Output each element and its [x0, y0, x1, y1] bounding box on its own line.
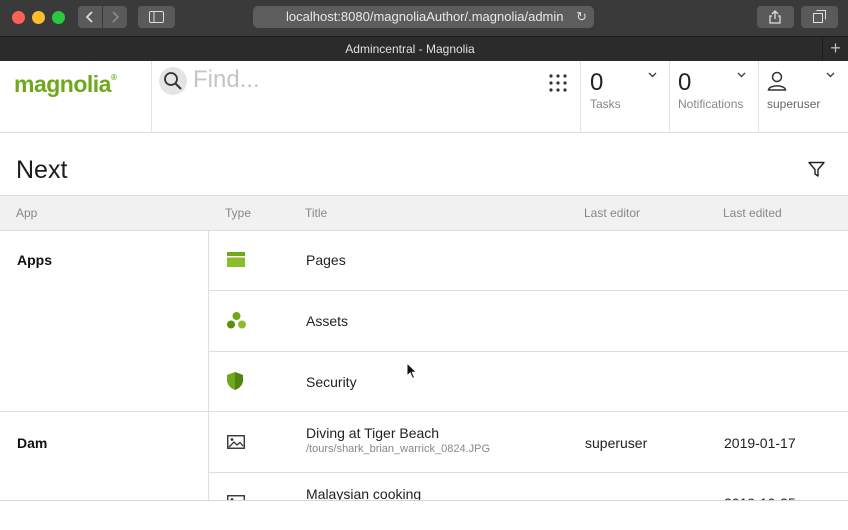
share-icon	[769, 10, 781, 24]
row-divider	[209, 472, 848, 473]
tabs-overview-icon	[813, 10, 826, 23]
header-divider	[580, 61, 581, 133]
app-header: magnolia® 0 Tasks 0 Notifications superu…	[0, 61, 848, 133]
url-text: localhost:8080/magnoliaAuthor/.magnolia/…	[286, 9, 564, 24]
tasks-label: Tasks	[590, 97, 621, 111]
row-title[interactable]: Security	[306, 374, 357, 390]
search-input[interactable]	[193, 65, 513, 95]
row-divider	[209, 351, 848, 352]
mouse-cursor-icon	[406, 362, 418, 380]
security-icon	[227, 372, 243, 390]
back-button[interactable]	[78, 6, 102, 28]
filter-icon[interactable]	[808, 161, 825, 178]
header-divider	[758, 61, 759, 133]
pages-icon	[227, 252, 245, 267]
forward-button[interactable]	[103, 6, 127, 28]
header-divider	[151, 61, 152, 133]
image-icon	[227, 435, 245, 449]
user-name: superuser	[767, 97, 821, 111]
minimize-window-button[interactable]	[32, 11, 45, 24]
user-icon	[767, 71, 787, 91]
row-title[interactable]: Diving at Tiger Beach	[306, 425, 439, 441]
browser-titlebar: localhost:8080/magnoliaAuthor/.magnolia/…	[0, 0, 848, 36]
maximize-window-button[interactable]	[52, 11, 65, 24]
column-header-last-editor[interactable]: Last editor	[584, 196, 640, 231]
chevron-right-icon	[112, 11, 120, 23]
show-tabs-button[interactable]	[801, 6, 838, 28]
tasks-count: 0	[590, 69, 604, 96]
address-bar[interactable]: localhost:8080/magnoliaAuthor/.magnolia/…	[253, 6, 594, 28]
sidebar-icon	[149, 11, 164, 23]
chevron-down-icon[interactable]	[737, 72, 746, 78]
chevron-left-icon	[85, 11, 93, 23]
group-divider	[208, 412, 209, 500]
row-title[interactable]: Pages	[306, 252, 346, 268]
column-header-last-edited[interactable]: Last edited	[723, 196, 782, 231]
column-header-type[interactable]: Type	[225, 196, 251, 231]
row-last-edited: 2019-01-17	[724, 435, 796, 451]
assets-icon	[227, 312, 246, 329]
chevron-down-icon[interactable]	[648, 72, 657, 78]
close-window-button[interactable]	[12, 11, 25, 24]
sidebar-toggle-button[interactable]	[138, 6, 175, 28]
column-header-app[interactable]: App	[16, 196, 37, 231]
row-last-editor: superuser	[585, 435, 648, 451]
search-icon[interactable]	[159, 67, 187, 95]
active-tab[interactable]: Admincentral - Magnolia	[0, 37, 820, 61]
row-title[interactable]: Assets	[306, 313, 348, 329]
header-divider	[669, 61, 670, 133]
browser-tabbar: Admincentral - Magnolia +	[0, 36, 848, 61]
row-path: /tours/shark_brian_warrick_0824.JPG	[306, 443, 491, 455]
group-label-apps: Apps	[17, 252, 52, 268]
group-label-dam: Dam	[17, 435, 48, 451]
results-table-header: App Type Title Last editor Last edited	[0, 195, 848, 231]
notifications-label: Notifications	[678, 97, 744, 111]
row-divider	[209, 290, 848, 291]
bottom-bar	[0, 500, 848, 530]
magnolia-logo[interactable]: magnolia®	[14, 71, 117, 98]
column-header-title[interactable]: Title	[305, 196, 327, 231]
page-title: Next	[16, 156, 68, 184]
chevron-down-icon[interactable]	[826, 72, 835, 78]
reload-icon[interactable]: ↻	[576, 6, 587, 28]
group-divider	[208, 231, 209, 412]
apps-grid-icon[interactable]	[549, 74, 567, 97]
group-divider	[0, 411, 848, 412]
notifications-count: 0	[678, 69, 692, 96]
new-tab-button[interactable]: +	[822, 37, 848, 61]
share-button[interactable]	[757, 6, 794, 28]
